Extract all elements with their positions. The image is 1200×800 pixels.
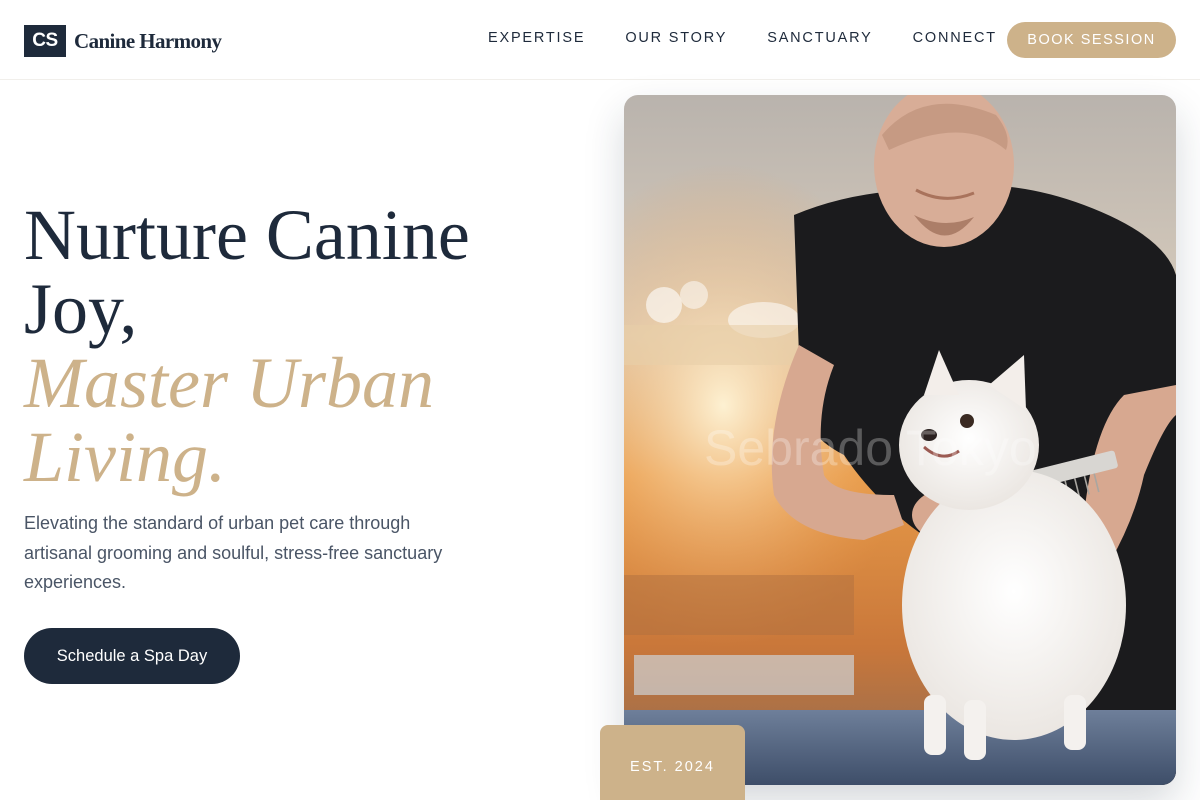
brand-logo[interactable]: CS Canine Harmony xyxy=(24,25,222,57)
hero-title-accent-line-2: Living. xyxy=(24,417,227,497)
brand-name: Canine Harmony xyxy=(74,28,222,53)
photo-watermark: Sebrado Tokyo xyxy=(704,420,1037,476)
logo-mark: CS xyxy=(24,25,66,57)
schedule-spa-day-button[interactable]: Schedule a Spa Day xyxy=(24,628,240,684)
hero-title-line-2: Joy, xyxy=(24,269,138,349)
hero-photo-groomer-with-pomeranian: Sebrado Tokyo xyxy=(624,95,1176,785)
site-header: CS Canine Harmony EXPERTISE OUR STORY SA… xyxy=(0,0,1200,80)
main-nav: EXPERTISE OUR STORY SANCTUARY CONNECT xyxy=(488,30,997,46)
established-badge: EST. 2024 xyxy=(600,725,745,800)
hero-description: Elevating the standard of urban pet care… xyxy=(24,513,443,592)
hero-title-accent-line-1: Master Urban xyxy=(24,343,434,423)
hero-title-line-1: Nurture Canine xyxy=(24,195,470,275)
nav-item-expertise[interactable]: EXPERTISE xyxy=(488,30,585,46)
nav-item-sanctuary[interactable]: SANCTUARY xyxy=(767,30,872,46)
book-session-button[interactable]: BOOK SESSION xyxy=(1007,22,1176,58)
nav-item-connect[interactable]: CONNECT xyxy=(913,30,997,46)
nav-item-our-story[interactable]: OUR STORY xyxy=(625,30,727,46)
hero-title: Nurture Canine Joy, Master Urban Living. xyxy=(24,198,584,494)
